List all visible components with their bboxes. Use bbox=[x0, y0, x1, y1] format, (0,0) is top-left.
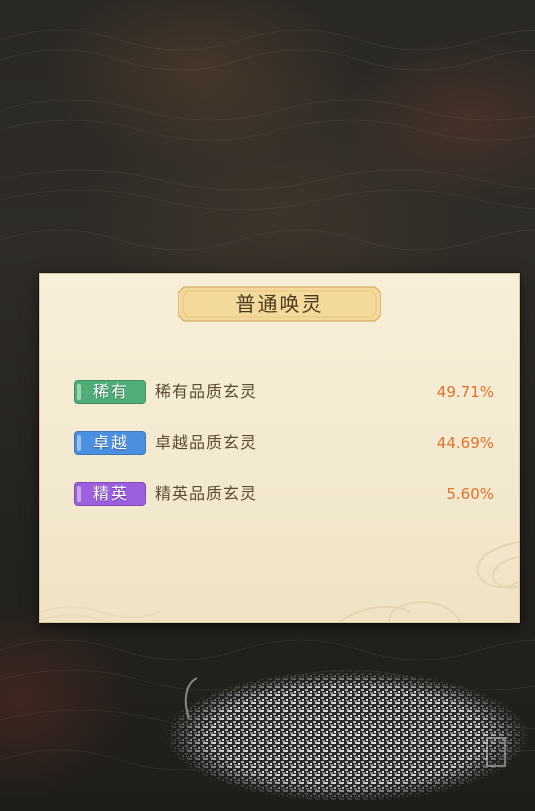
drop-rate: 44.69% bbox=[436, 434, 494, 452]
rarity-description: 稀有品质玄灵 bbox=[155, 382, 258, 401]
rarity-badge-label: 卓越 bbox=[92, 433, 129, 452]
rarity-badge-elite: 精英 bbox=[74, 482, 146, 506]
title-banner: 普通唤灵 bbox=[178, 285, 381, 323]
summon-rate-dialog: 普通唤灵 稀有 稀有品质玄灵 49.71% 卓越 卓越品质玄灵 44.69% 精… bbox=[39, 273, 520, 623]
dialog-title: 普通唤灵 bbox=[235, 292, 324, 316]
drop-rate: 5.60% bbox=[446, 485, 494, 503]
game-screen: 普通唤灵 稀有 稀有品质玄灵 49.71% 卓越 卓越品质玄灵 44.69% 精… bbox=[0, 0, 535, 811]
rarity-badge-label: 精英 bbox=[92, 484, 129, 503]
rarity-badge-excellent: 卓越 bbox=[74, 431, 146, 455]
rarity-badge-rare: 稀有 bbox=[74, 380, 146, 404]
rate-row-rare: 稀有 稀有品质玄灵 49.71% bbox=[74, 378, 494, 406]
rate-row-excellent: 卓越 卓越品质玄灵 44.69% bbox=[74, 429, 494, 457]
obscured-close-icon[interactable] bbox=[165, 670, 530, 802]
rate-row-elite: 精英 精英品质玄灵 5.60% bbox=[74, 480, 494, 508]
drop-rate: 49.71% bbox=[436, 383, 494, 401]
cloud-decoration bbox=[40, 541, 519, 622]
rarity-description: 精英品质玄灵 bbox=[155, 484, 258, 503]
rarity-description: 卓越品质玄灵 bbox=[155, 433, 258, 452]
rarity-badge-label: 稀有 bbox=[92, 382, 129, 401]
